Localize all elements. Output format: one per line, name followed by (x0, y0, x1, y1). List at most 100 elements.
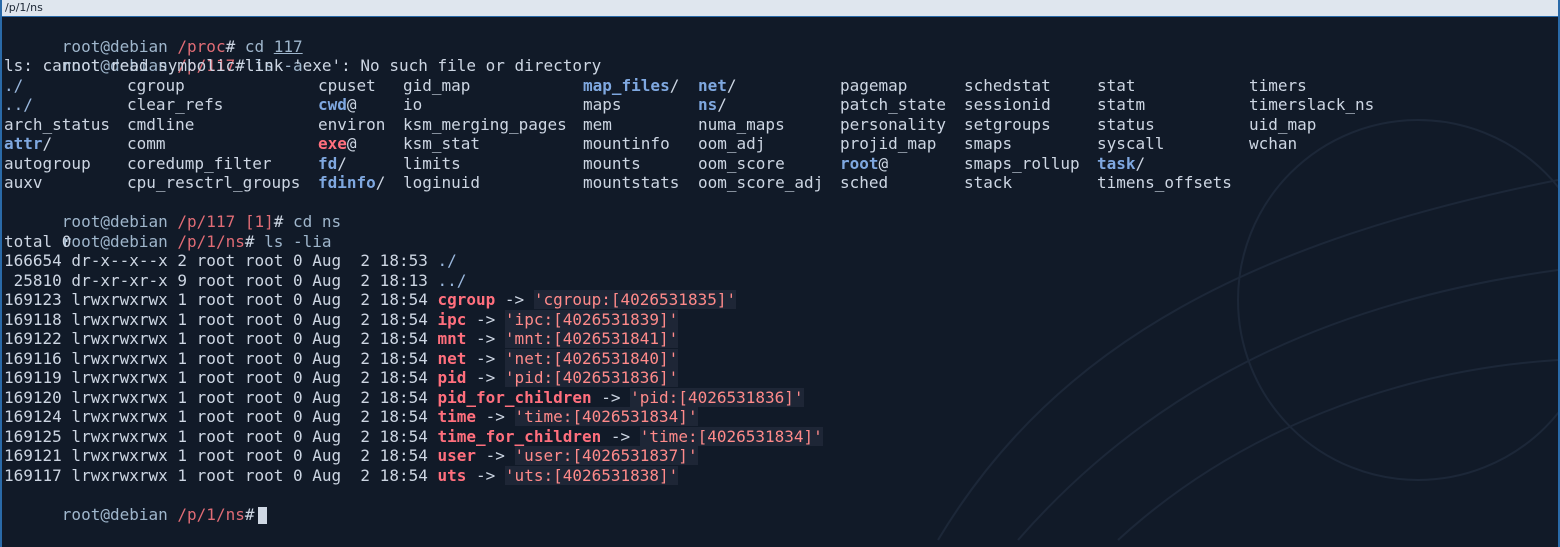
ls-entry-name: timerslack_ns (1249, 95, 1375, 114)
ls-entry-name: gid_map (403, 75, 471, 95)
terminal-output[interactable]: root@debian /proc# cd 117 root@debian /p… (4, 17, 1558, 547)
symlink-target: 'user:[4026531837]' (514, 446, 698, 465)
ls-entry-suffix: @ (346, 134, 357, 153)
ls-entry-suffix: / (375, 173, 386, 192)
long-listing-row: 25810 dr-xr-xr-x 9 root root 0 Aug 2 18:… (4, 271, 1558, 291)
ls-entry-name: ns (698, 95, 718, 114)
ls-entry: smaps (964, 134, 1012, 154)
symlink-arrow: -> (466, 309, 505, 329)
ls-entry-name: cwd (318, 95, 347, 114)
symlink-target: 'uts:[4026531838]' (504, 465, 679, 485)
prompt-line: root@debian /p/117# ls -a (4, 37, 1558, 75)
ls-entry: fdinfo/ (318, 173, 385, 193)
window-title: /p/1/ns (2, 0, 1558, 17)
ls-entry-suffix: @ (346, 95, 357, 114)
long-listing-row: 169121 lrwxrwxrwx 1 root root 0 Aug 2 18… (4, 446, 1558, 466)
ls-row: attr/comm exe@ ksm_stat mountinfo oom_adj pro… (4, 134, 1558, 154)
ls-entry: io (403, 95, 422, 115)
ls-entry-name: numa_maps (698, 114, 785, 134)
ls-entry-suffix: / (42, 134, 53, 153)
ls-entry-name: environ (318, 114, 386, 134)
ls-entry-name: loginuid (403, 173, 481, 192)
ls-entry-name: coredump_filter (127, 153, 272, 173)
ls-entry-name: sched (840, 173, 889, 192)
ls-entry: mountstats (583, 173, 679, 193)
long-listing-row: 169117 lrwxrwxrwx 1 root root 0 Aug 2 18… (4, 465, 1558, 486)
file-name: mnt (437, 329, 467, 348)
ls-entry: timerslack_ns (1249, 95, 1374, 115)
ls-entry-name: projid_map (840, 134, 937, 153)
file-metadata: 25810 dr-xr-xr-x 9 root root 0 Aug 2 18:… (4, 270, 438, 290)
ls-entry-name: task (1097, 153, 1136, 173)
symlink-arrow: -> (476, 446, 515, 465)
prompt-line: root@debian /p/1/ns# ls -lia (4, 212, 1558, 251)
file-name: user (437, 446, 477, 465)
ls-entry: statm (1097, 95, 1145, 115)
total-line: total 0 (4, 231, 72, 251)
ls-entry-name: attr (4, 134, 43, 153)
ls-entry-name: oom_adj (698, 134, 766, 153)
symlink-target: 'time:[4026531834]' (514, 407, 698, 426)
symlink-target: 'pid:[4026531836]' (630, 387, 804, 407)
ls-entry-name: cmdline (127, 114, 195, 134)
ls-entry: stat (1097, 76, 1136, 96)
ls-entry-name: auxv (4, 173, 43, 192)
ls-entry: cwd@ (318, 95, 357, 115)
active-prompt-line[interactable]: root@debian /p/1/ns# (4, 485, 1558, 524)
symlink-target: 'mnt:[4026531841]' (504, 329, 679, 348)
ls-entry-name: mountstats (583, 173, 680, 192)
symlink-target: 'cgroup:[4026531835]' (533, 290, 737, 309)
file-name: pid (437, 368, 467, 387)
ls-entry-suffix: / (23, 95, 33, 114)
prompt-line: root@debian /p/117 [1]# cd ns (4, 193, 1558, 231)
long-listing-row: 166654 dr-x--x--x 2 root root 0 Aug 2 18… (4, 251, 1558, 271)
ls-entry-name: statm (1097, 95, 1146, 114)
long-listing-row: 169123 lrwxrwxrwx 1 root root 0 Aug 2 18… (4, 290, 1558, 310)
symlink-arrow: -> (601, 426, 640, 446)
ls-entry: coredump_filter (127, 154, 272, 174)
file-name: cgroup (437, 290, 496, 309)
ls-entry-suffix: / (1135, 153, 1146, 173)
file-metadata: 169120 lrwxrwxrwx 1 root root 0 Aug 2 18… (4, 387, 438, 407)
file-metadata: 169124 lrwxrwxrwx 1 root root 0 Aug 2 18… (4, 407, 438, 426)
ls-entry-name: root (840, 153, 879, 173)
terminal-window: /p/1/ns root@debian /proc# cd 117 root@d… (0, 0, 1560, 547)
ls-entry-name: fd (318, 153, 338, 173)
ls-entry: gid_map (403, 76, 470, 96)
ls-entry: task/ (1097, 154, 1145, 174)
ls-entry: ../ (4, 95, 33, 115)
ls-entry: mountinfo (583, 134, 670, 154)
ls-entry-name: autogroup (4, 153, 91, 173)
long-listing-row: 169118 lrwxrwxrwx 1 root root 0 Aug 2 18… (4, 309, 1558, 330)
ls-output-grid: ./cgroup cpuset gid_map map_files/net/pagem… (4, 76, 1558, 193)
ls-entry-name: io (403, 95, 423, 114)
ls-entry: attr/ (4, 134, 52, 154)
ls-entry: syscall (1097, 134, 1164, 154)
ls-entry-suffix: / (337, 153, 347, 173)
ls-entry: personality (840, 115, 946, 135)
long-listing-row: 169119 lrwxrwxrwx 1 root root 0 Aug 2 18… (4, 368, 1558, 388)
ls-entry-name: .. (4, 95, 24, 114)
symlink-arrow: -> (466, 329, 505, 348)
text-cursor[interactable] (258, 506, 268, 524)
ls-entry: loginuid (403, 173, 480, 193)
symlink-arrow: -> (495, 290, 534, 309)
ls-entry: sched (840, 173, 888, 193)
ls-entry-name: mounts (583, 153, 641, 173)
file-metadata: 169117 lrwxrwxrwx 1 root root 0 Aug 2 18… (4, 465, 438, 485)
file-name: pid_for_children (437, 387, 592, 407)
ls-row: ./cgroup cpuset gid_map map_files/net/pagem… (4, 76, 1558, 96)
ls-entry-name: exe (318, 134, 347, 153)
ls-entry: stack (964, 173, 1012, 193)
ls-entry-name: mem (583, 114, 612, 134)
ls-entry-name: maps (583, 95, 622, 114)
ls-entry: oom_adj (698, 134, 765, 154)
ls-entry: arch_status (4, 115, 110, 135)
ls-entry: environ (318, 115, 385, 135)
long-listing-row: 169116 lrwxrwxrwx 1 root root 0 Aug 2 18… (4, 348, 1558, 369)
file-name: net (437, 348, 467, 368)
symlink-arrow: -> (466, 368, 505, 387)
ls-entry: comm (127, 134, 166, 154)
ls-entry: maps (583, 95, 622, 115)
file-name: ../ (437, 270, 467, 290)
